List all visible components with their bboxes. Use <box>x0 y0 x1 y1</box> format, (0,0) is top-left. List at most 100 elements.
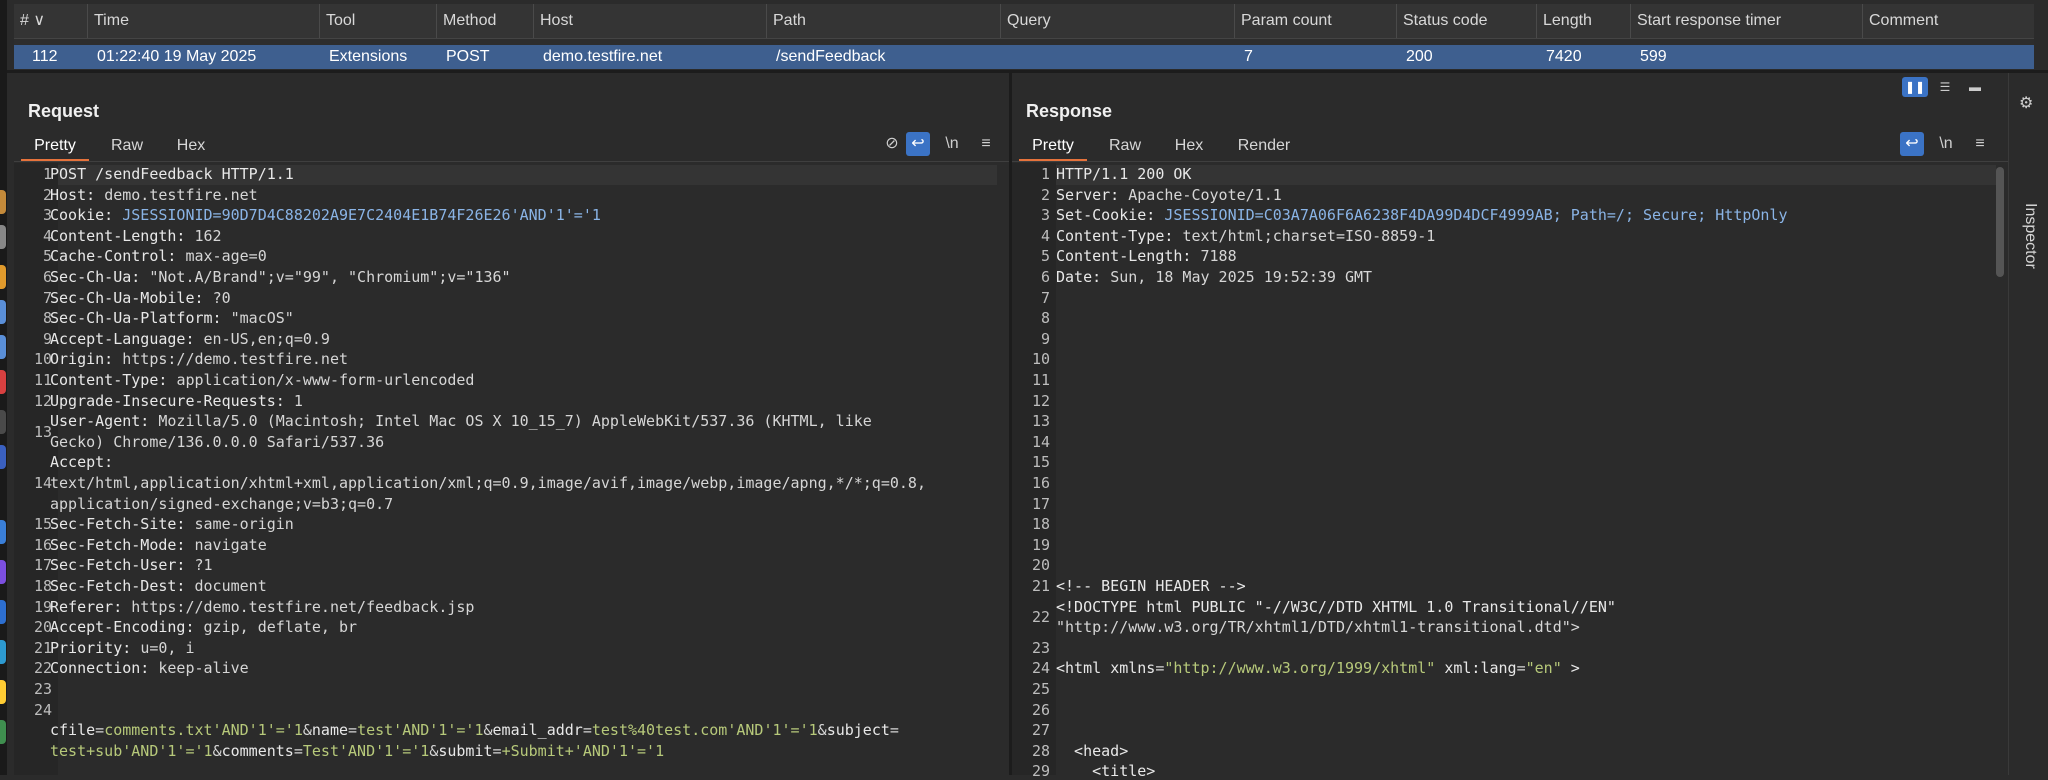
line-number: 7 <box>42 288 52 307</box>
line-number: 8 <box>1040 309 1050 328</box>
newline-icon[interactable]: \n <box>1934 132 1958 156</box>
column-header-number[interactable]: # ∨ <box>14 4 88 38</box>
line-number: 16 <box>33 535 52 554</box>
code-line: Content-Type: text/html;charset=ISO-8859… <box>1056 226 1436 245</box>
column-header-time[interactable]: Time <box>88 4 320 38</box>
line-number: 22 <box>1031 607 1050 626</box>
line-number: 13 <box>33 422 52 441</box>
line-number: 12 <box>33 391 52 410</box>
line-number: 6 <box>1040 268 1050 286</box>
dock-app-icon[interactable] <box>0 600 6 624</box>
code-line: Cache-Control: max-age=0 <box>50 247 267 266</box>
dock-app-icon[interactable] <box>0 225 6 249</box>
column-header-length[interactable]: Length <box>1537 4 1631 38</box>
newline-icon[interactable]: \n <box>940 132 964 156</box>
code-line: Date: Sun, 18 May 2025 19:52:39 GMT <box>1056 268 1373 286</box>
column-header-start-response-timer[interactable]: Start response timer <box>1631 4 1863 38</box>
code-line-continuation: "http://www.w3.org/TR/xhtml1/DTD/xhtml1-… <box>1056 618 1580 637</box>
dock-app-icon[interactable] <box>0 335 6 359</box>
hide-icon[interactable]: ⊘ <box>880 132 904 156</box>
line-number: 22 <box>33 659 52 678</box>
cell-host: demo.testfire.net <box>543 48 663 65</box>
dock-app-icon[interactable] <box>0 720 6 744</box>
tab-hex[interactable]: Hex <box>163 131 219 161</box>
code-line: Content-Length: 7188 <box>1056 247 1237 266</box>
line-number: 12 <box>1031 391 1050 410</box>
layout-rows-icon[interactable]: ☰ <box>1932 77 1958 97</box>
line-number: 9 <box>42 329 52 348</box>
line-number: 6 <box>42 268 52 286</box>
tab-pretty[interactable]: Pretty <box>21 131 89 161</box>
wrap-icon[interactable]: ↩ <box>906 132 930 156</box>
line-number: 5 <box>1040 247 1050 266</box>
dock-app-icon[interactable] <box>0 190 6 214</box>
code-line: Sec-Ch-Ua-Platform: "macOS" <box>50 309 294 328</box>
column-header-host[interactable]: Host <box>534 4 767 38</box>
cell-status-code: 200 <box>1406 48 1433 65</box>
scrollbar[interactable] <box>1996 167 2004 277</box>
tab-render[interactable]: Render <box>1229 131 1299 161</box>
line-number: 4 <box>42 226 52 245</box>
divider <box>1012 161 2008 162</box>
dock-app-icon[interactable] <box>0 445 6 469</box>
dock-app-icon[interactable] <box>0 370 6 394</box>
code-line: Sec-Ch-Ua-Mobile: ?0 <box>50 288 231 307</box>
column-header-query[interactable]: Query <box>1001 4 1235 38</box>
line-number: 24 <box>1031 659 1050 678</box>
macos-dock <box>0 0 7 775</box>
cell-time: 01:22:40 19 May 2025 <box>97 48 257 65</box>
line-number: 14 <box>1031 432 1050 451</box>
tab-raw[interactable]: Raw <box>99 131 155 161</box>
column-header-method[interactable]: Method <box>437 4 534 38</box>
inspector-sidebar[interactable]: ⚙ Inspector <box>2008 73 2048 775</box>
cell-path: /sendFeedback <box>776 48 886 65</box>
code-line: Server: Apache-Coyote/1.1 <box>1056 185 1282 204</box>
column-header-path[interactable]: Path <box>767 4 1001 38</box>
layout-columns-icon[interactable]: ❚❚ <box>1902 77 1928 97</box>
code-line-continuation: application/signed-exchange;v=b3;q=0.7 <box>50 494 394 513</box>
code-line: Accept-Language: en-US,en;q=0.9 <box>50 329 330 348</box>
line-number: 10 <box>33 350 52 369</box>
dock-app-icon[interactable] <box>0 300 6 324</box>
line-number: 27 <box>1031 721 1050 740</box>
code-line: Referer: https://demo.testfire.net/feedb… <box>50 597 475 616</box>
code-line: Sec-Fetch-Site: same-origin <box>50 515 294 534</box>
inspector-icon[interactable]: ⚙ <box>2019 93 2033 113</box>
line-number: 20 <box>33 618 52 637</box>
column-header-comment[interactable]: Comment <box>1863 4 2034 38</box>
table-row[interactable]: 112 01:22:40 19 May 2025 Extensions POST… <box>14 45 2034 69</box>
line-number: 11 <box>33 371 52 389</box>
layout-tabs-icon[interactable]: ▬ <box>1962 77 1988 97</box>
inspector-label[interactable]: Inspector <box>2021 203 2039 269</box>
tab-hex[interactable]: Hex <box>1161 131 1217 161</box>
dock-app-icon[interactable] <box>0 265 6 289</box>
line-number: 17 <box>1031 494 1050 513</box>
line-number: 25 <box>1031 680 1050 698</box>
code-line: Content-Length: 162 <box>50 226 222 245</box>
cell-comment <box>1866 45 1872 69</box>
dock-app-icon[interactable] <box>0 410 6 434</box>
column-header-status-code[interactable]: Status code <box>1397 4 1537 38</box>
dock-app-icon[interactable] <box>0 640 6 664</box>
dock-app-icon[interactable] <box>0 680 6 704</box>
dock-app-icon[interactable] <box>0 560 6 584</box>
code-line: HTTP/1.1 200 OK <box>1056 165 1192 183</box>
response-editor[interactable]: 1 HTTP/1.1 200 OK 2 Server: Apache-Coyote/1… <box>1012 163 2008 780</box>
cell-query <box>1004 45 1010 69</box>
dock-app-icon[interactable] <box>0 520 6 544</box>
column-header-tool[interactable]: Tool <box>320 4 437 38</box>
request-tabs: Pretty Raw Hex <box>21 131 1009 161</box>
column-header-param-count[interactable]: Param count <box>1235 4 1397 38</box>
table-header: # ∨ Time Tool Method Host Path Query Par… <box>14 4 2034 39</box>
menu-icon[interactable]: ≡ <box>974 132 998 156</box>
request-editor[interactable]: 1 POST /sendFeedback HTTP/1.1 2 Host: demo.… <box>14 163 1009 775</box>
menu-icon[interactable]: ≡ <box>1968 132 1992 156</box>
line-number: 17 <box>33 556 52 575</box>
line-number: 29 <box>1031 762 1050 780</box>
code-line: User-Agent: Mozilla/5.0 (Macintosh; Inte… <box>50 412 872 431</box>
line-number: 21 <box>33 638 52 657</box>
tab-raw[interactable]: Raw <box>1097 131 1153 161</box>
wrap-icon[interactable]: ↩ <box>1900 132 1924 156</box>
cell-length: 7420 <box>1546 48 1582 65</box>
tab-pretty[interactable]: Pretty <box>1019 131 1087 161</box>
